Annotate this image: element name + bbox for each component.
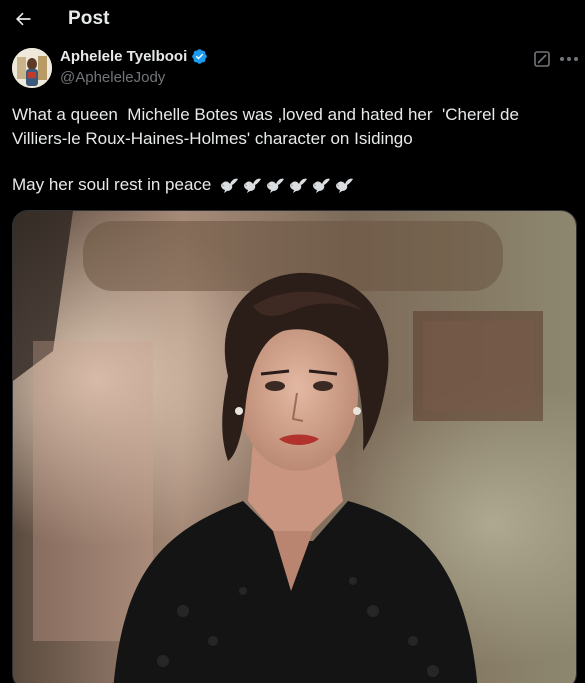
- grok-button[interactable]: [533, 50, 551, 68]
- emoji-row: [219, 176, 354, 194]
- author-display-name[interactable]: Aphelele Tyelbooi: [60, 48, 208, 65]
- dove-icon: [221, 178, 239, 193]
- dove-icon: [313, 178, 331, 193]
- avatar[interactable]: [12, 48, 52, 88]
- grok-icon: [534, 51, 550, 67]
- author-handle[interactable]: @ApheleleJody: [60, 69, 165, 86]
- tweet-body: What a queen Michelle Botes was ,loved a…: [12, 105, 524, 148]
- tweet-photo[interactable]: [12, 210, 577, 683]
- tweet-body-line-2: May her soul rest in peace: [12, 175, 212, 194]
- dove-icon: [267, 178, 285, 193]
- more-horizontal-icon: [560, 57, 578, 61]
- dove-icon: [244, 178, 262, 193]
- page-title: Post: [68, 8, 110, 29]
- dove-icon: [336, 178, 354, 193]
- arrow-left-icon: [15, 12, 31, 26]
- tweet-line-2: May her soul rest in peace: [12, 175, 354, 195]
- author-name-text: Aphelele Tyelbooi: [60, 48, 188, 65]
- back-button[interactable]: [10, 6, 36, 32]
- verified-badge-icon: [192, 49, 208, 64]
- post-page: Post Aphelele Tyelbooi @ApheleleJody Wha…: [0, 0, 585, 683]
- portrait-image: [13, 211, 576, 683]
- tweet-text: What a queen Michelle Botes was ,loved a…: [12, 103, 572, 150]
- more-options-button[interactable]: [558, 50, 580, 68]
- post-header: Post: [0, 0, 585, 40]
- dove-icon: [290, 178, 308, 193]
